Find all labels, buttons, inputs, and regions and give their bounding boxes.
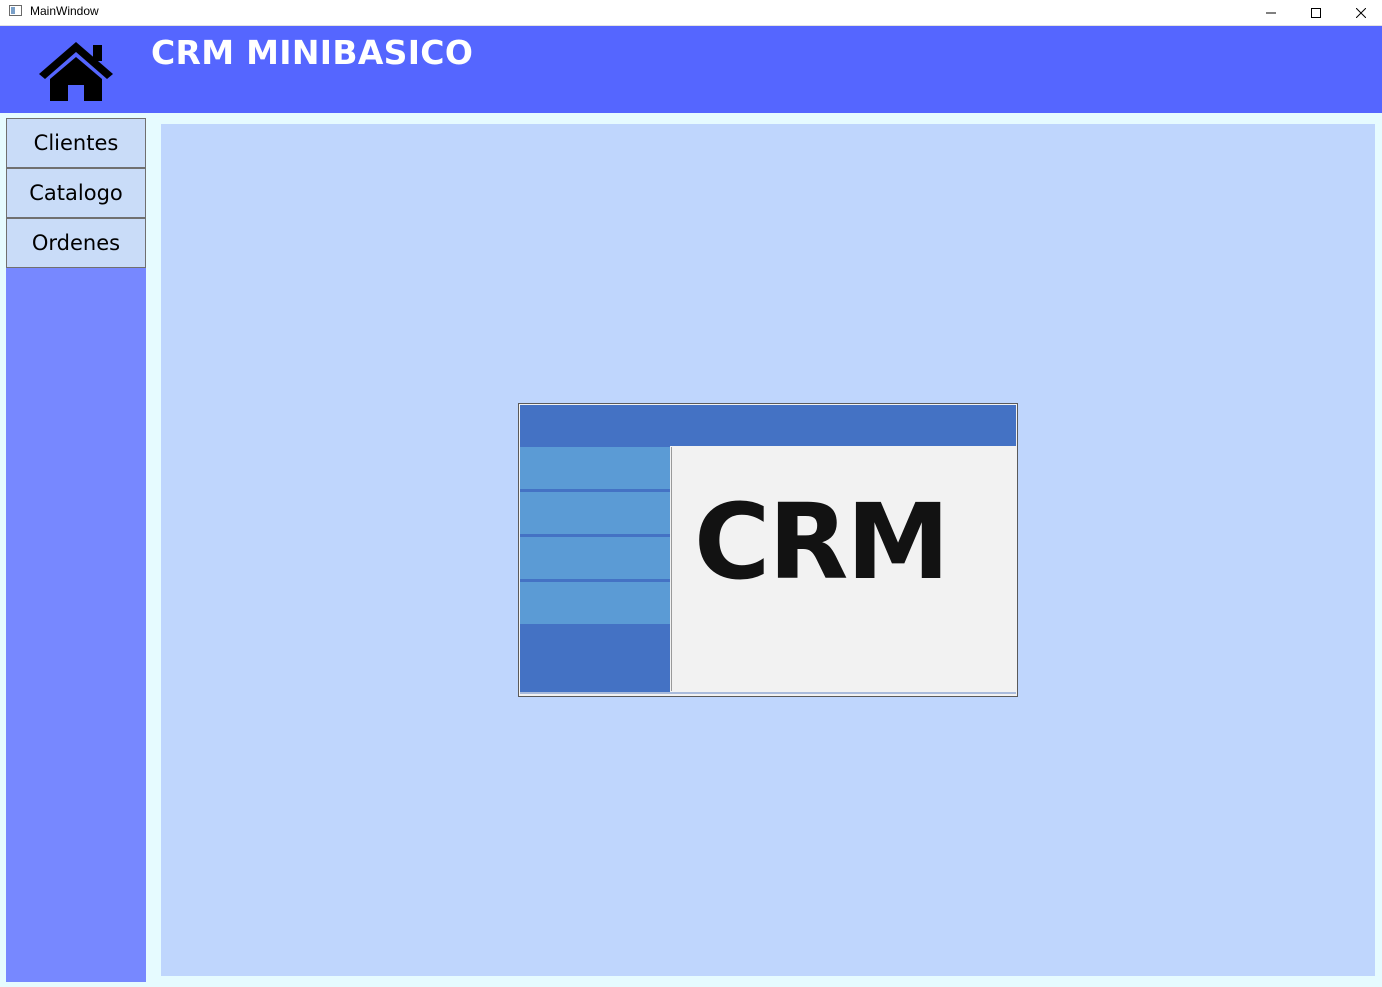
nav-button-catalogo[interactable]: Catalogo bbox=[6, 168, 146, 218]
logo-text: CRM bbox=[694, 481, 950, 603]
logo-header-bar bbox=[520, 405, 1016, 446]
main-window: MainWindow CRM MINIBASICO Clientes Catal… bbox=[0, 0, 1382, 987]
maximize-button[interactable] bbox=[1293, 0, 1339, 25]
logo-row bbox=[520, 582, 670, 624]
maximize-icon bbox=[1311, 7, 1321, 18]
sidebar: Clientes Catalogo Ordenes bbox=[6, 118, 146, 982]
logo-row bbox=[520, 537, 670, 579]
minimize-button[interactable] bbox=[1248, 0, 1294, 25]
window-app-icon bbox=[9, 5, 22, 16]
logo-row bbox=[520, 492, 670, 534]
crm-logo-image: CRM bbox=[518, 403, 1018, 697]
title-bar: MainWindow bbox=[0, 0, 1382, 26]
logo-row bbox=[520, 447, 670, 489]
app-title: CRM MINIBASICO bbox=[151, 33, 474, 72]
content-area: CRM bbox=[161, 124, 1375, 976]
logo-bottom-line bbox=[520, 692, 1016, 694]
nav-button-clientes[interactable]: Clientes bbox=[6, 118, 146, 168]
app-header: CRM MINIBASICO bbox=[0, 26, 1382, 113]
minimize-icon bbox=[1266, 12, 1276, 13]
home-icon[interactable] bbox=[37, 39, 115, 101]
close-icon bbox=[1356, 7, 1366, 18]
window-title: MainWindow bbox=[30, 4, 99, 18]
close-button[interactable] bbox=[1338, 0, 1382, 25]
nav-button-ordenes[interactable]: Ordenes bbox=[6, 218, 146, 268]
